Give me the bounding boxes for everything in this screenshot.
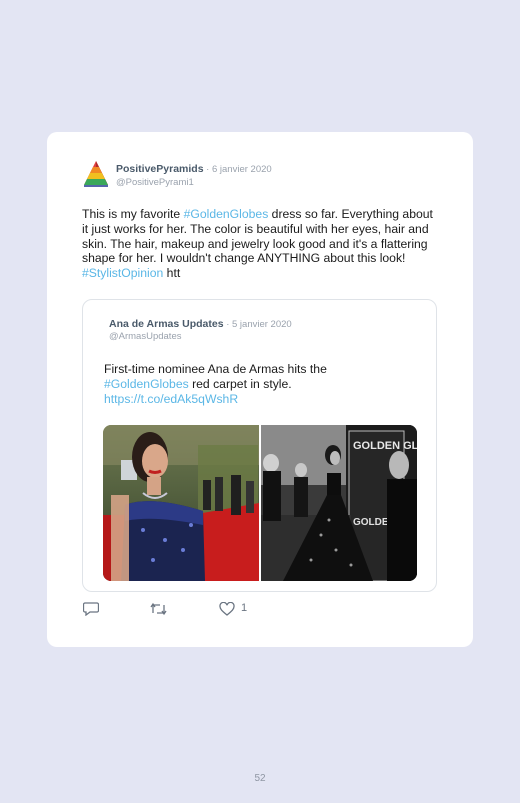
author-handle[interactable]: @PositivePyrami1 [116,177,194,188]
avatar[interactable] [83,160,109,188]
quoted-tweet[interactable]: Ana de Armas Updates · 5 janvier 2020 @A… [82,299,437,592]
media-gallery[interactable]: GOLDEN GLOBE AWARDS GOLDEN GLOBE AWARDS [103,425,417,581]
reply-icon[interactable] [83,602,99,616]
hashtag-link[interactable]: #StylistOpinion [82,266,163,280]
like-count: 1 [241,602,248,614]
heart-icon[interactable] [219,602,235,616]
tweet-text-part: htt [163,266,181,281]
hashtag-link[interactable]: #GoldenGlobes [184,207,269,221]
photo-red-carpet[interactable] [103,425,259,581]
photo-golden-globes-backdrop[interactable]: GOLDEN GLOBE AWARDS GOLDEN GLOBE AWARDS [261,425,417,581]
tweet-text: This is my favorite #GoldenGlobes dress … [82,207,442,281]
author-name[interactable]: PositivePyramids [116,163,204,175]
hashtag-link[interactable]: #GoldenGlobes [104,377,189,391]
quoted-author[interactable]: Ana de Armas Updates · 5 janvier 2020 [109,318,292,330]
quoted-handle[interactable]: @ArmasUpdates [109,331,181,342]
tweet-text-part: This is my favorite [82,207,184,221]
tweet-author[interactable]: PositivePyramids · 6 janvier 2020 [116,163,272,175]
quoted-author-name[interactable]: Ana de Armas Updates [109,318,224,330]
page-number: 52 [254,773,266,784]
quoted-text: First-time nominee Ana de Armas hits the… [104,362,404,407]
quoted-text-part: red carpet in style. [188,377,292,391]
quoted-text-part: First-time nominee Ana de Armas hits the [104,362,327,376]
tweet-date[interactable]: · 6 janvier 2020 [204,164,272,175]
quoted-date[interactable]: · 5 janvier 2020 [224,319,292,330]
backdrop-sign-text: GOLDEN GLOBE AWARDS [353,440,417,452]
embedded-tweet-card: PositivePyramids · 6 janvier 2020 @Posit… [47,132,473,647]
retweet-icon[interactable] [150,602,167,616]
tweet-actions: 1 [83,602,283,618]
url-link[interactable]: https://t.co/edAk5qWshR [104,392,238,406]
